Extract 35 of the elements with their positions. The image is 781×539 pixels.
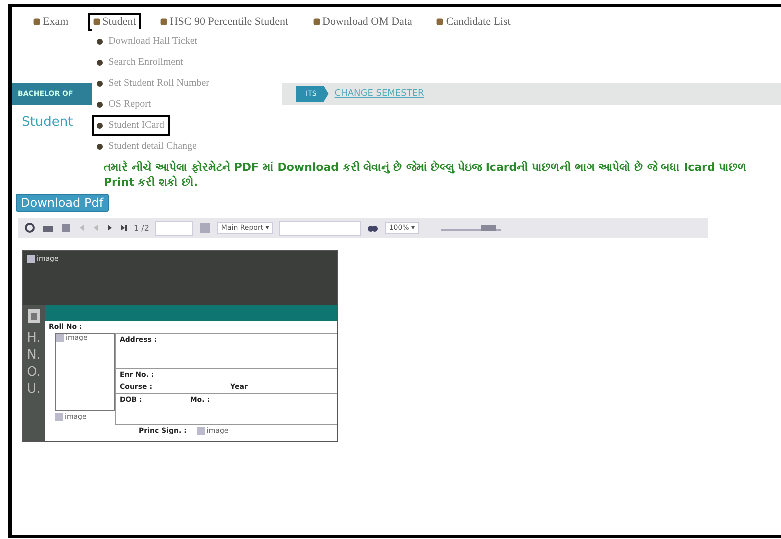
image-icon xyxy=(27,255,35,263)
dropdown-item[interactable]: Search Enrollment xyxy=(92,52,188,73)
download-pdf-button[interactable]: Download Pdf xyxy=(16,194,109,212)
bullet-icon xyxy=(96,102,103,108)
emblem-icon xyxy=(28,309,40,323)
dropdown-item[interactable]: Student detail Change xyxy=(92,136,202,157)
next-page-icon[interactable] xyxy=(106,224,114,232)
bullet-icon xyxy=(96,38,103,44)
menu-item[interactable]: Download OM Data xyxy=(308,13,418,31)
page-input[interactable] xyxy=(155,220,194,236)
dropdown-item[interactable]: Download Hall Ticket xyxy=(92,31,203,52)
previous-page-icon[interactable] xyxy=(92,224,100,232)
bullet-icon xyxy=(96,60,103,66)
bullet-icon xyxy=(96,144,103,150)
bullet-icon xyxy=(96,122,103,128)
search-input[interactable] xyxy=(279,220,362,236)
instruction-text: તમારે નીચે આપેલા ફોરમેટને PDF માં Download કરી લેવાનું છે જેમાં છેલ્લુ પેઇજ Icardની પાછળની ભાગ આપેલો છે જે બધા Icard પાછળ Print કરી શકો છો. xyxy=(103,160,748,190)
bullet-icon xyxy=(96,80,103,86)
section-title: Student xyxy=(22,115,74,130)
strip-letter: U. xyxy=(27,382,41,397)
first-page-icon[interactable] xyxy=(78,224,86,232)
strip-letter: H. xyxy=(27,331,41,346)
strip-letter: O. xyxy=(27,365,41,380)
image-icon xyxy=(55,413,63,421)
change-semester-link[interactable]: CHANGE SEMESTER xyxy=(334,89,424,99)
last-page-icon[interactable] xyxy=(120,224,128,232)
menu-item[interactable]: HSC 90 Percentile Student xyxy=(155,13,294,31)
image-icon xyxy=(56,334,64,342)
dropdown-item[interactable]: Student ICard xyxy=(92,115,170,136)
image-icon xyxy=(196,427,205,435)
strip-letter: N. xyxy=(27,348,41,363)
menu-item[interactable]: Exam xyxy=(28,13,74,31)
refresh-icon[interactable] xyxy=(24,222,36,234)
page-indicator: 1 /2 xyxy=(134,224,150,232)
menu-item[interactable]: Candidate List xyxy=(431,13,516,31)
